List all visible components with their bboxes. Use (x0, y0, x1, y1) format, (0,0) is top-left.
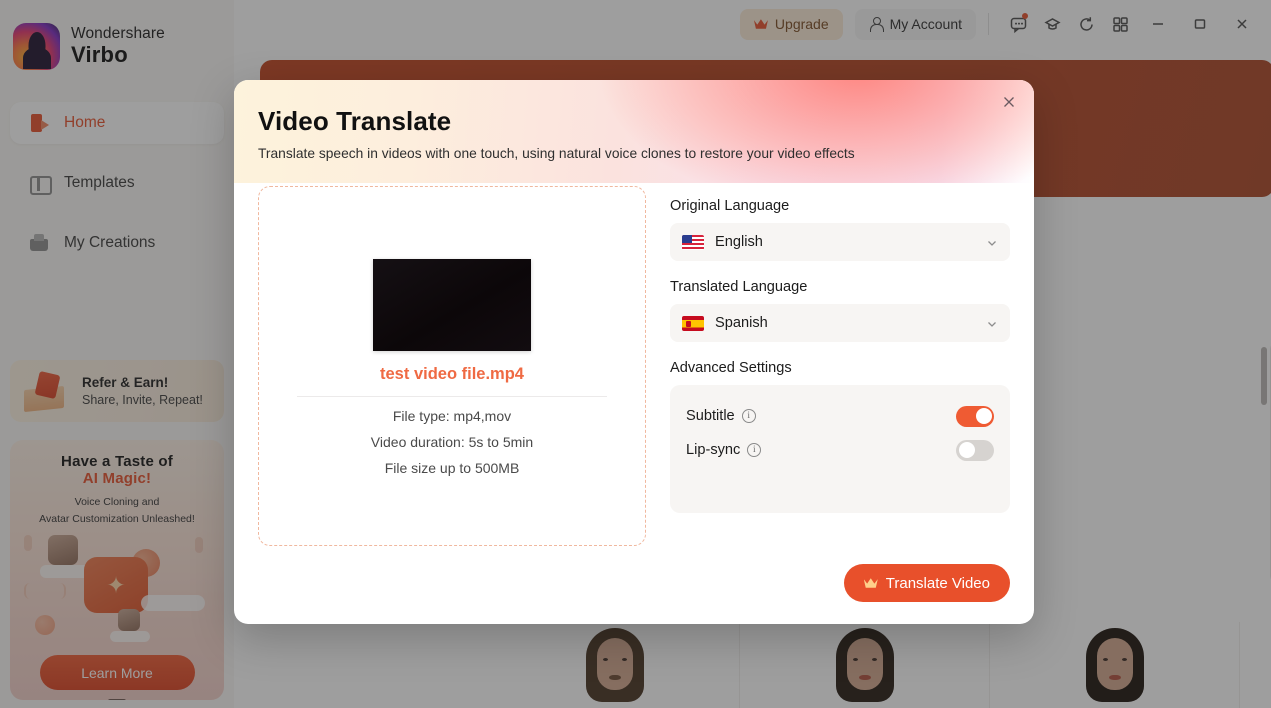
dialog-body: test video file.mp4 File type: mp4,mov V… (234, 183, 1034, 546)
dialog-footer: Translate Video (234, 546, 1034, 602)
info-icon[interactable]: i (747, 443, 762, 457)
video-translate-dialog: Video Translate Translate speech in vide… (234, 80, 1034, 624)
subtitle-toggle[interactable] (956, 405, 994, 427)
translate-video-label: Translate Video (885, 574, 990, 592)
dropzone-divider (297, 396, 607, 397)
subtitle-label: Subtitle (686, 408, 735, 424)
application-window: Wondershare Virbo Home Templates My Crea… (0, 0, 1271, 708)
flag-es-icon (682, 315, 704, 331)
translation-settings: Original Language English Translated Lan… (670, 186, 1010, 546)
dialog-header: Video Translate Translate speech in vide… (234, 80, 1034, 183)
advanced-settings-panel: Subtitle i Lip-sync i (670, 385, 1010, 513)
original-language-label: Original Language (670, 198, 790, 214)
crown-icon (864, 577, 878, 589)
file-size-hint: File size up to 500MB (384, 460, 520, 476)
advanced-settings-label: Advanced Settings (670, 360, 792, 376)
video-thumbnail (373, 259, 531, 351)
translate-video-button[interactable]: Translate Video (843, 564, 1010, 602)
original-language-select[interactable]: English (670, 223, 1010, 261)
flag-us-icon (682, 234, 704, 250)
translated-language-select[interactable]: Spanish (670, 304, 1010, 342)
info-icon[interactable]: i (741, 409, 756, 423)
translated-language-value: Spanish (715, 315, 768, 331)
translated-language-label: Translated Language (670, 279, 808, 295)
close-icon[interactable] (996, 89, 1022, 115)
uploaded-file-name: test video file.mp4 (380, 365, 524, 383)
chevron-down-icon (986, 317, 998, 329)
dialog-subtitle: Translate speech in videos with one touc… (258, 146, 855, 161)
subtitle-setting-row: Subtitle i (686, 399, 994, 433)
dialog-title: Video Translate (258, 106, 452, 136)
lip-sync-toggle[interactable] (956, 439, 994, 461)
video-upload-dropzone[interactable]: test video file.mp4 File type: mp4,mov V… (258, 186, 646, 546)
video-duration-hint: Video duration: 5s to 5min (370, 434, 534, 450)
file-type-hint: File type: mp4,mov (392, 408, 512, 424)
chevron-down-icon (986, 236, 998, 248)
original-language-value: English (715, 234, 763, 250)
lip-sync-label: Lip-sync (686, 442, 741, 458)
lip-sync-setting-row: Lip-sync i (686, 433, 994, 467)
